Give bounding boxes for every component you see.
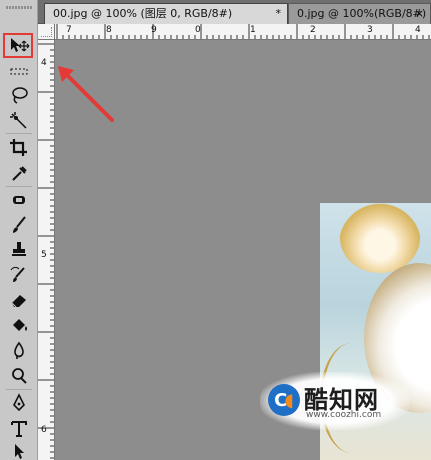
image-flower	[340, 203, 420, 273]
ruler-label: 0	[195, 25, 201, 35]
eraser-tool-icon	[11, 295, 26, 308]
horizontal-ruler[interactable]: 7 8 9 0 1 2 3 4	[55, 24, 431, 40]
blur-tool-button[interactable]	[4, 340, 34, 362]
paint-bucket-tool-button[interactable]	[4, 314, 34, 336]
ruler-label: 9	[151, 25, 157, 35]
quick-selection-tool-icon	[10, 112, 27, 129]
type-tool-icon	[11, 421, 27, 437]
path-selection-tool-button[interactable]	[4, 440, 34, 460]
annotation-arrow	[58, 66, 114, 122]
crop-tool-icon	[10, 139, 27, 156]
pen-tool-icon	[13, 393, 25, 412]
paint-bucket-tool-icon	[13, 319, 27, 331]
pen-tool-button[interactable]	[4, 392, 34, 414]
ruler-label: 6	[41, 425, 47, 435]
close-icon[interactable]: ×	[415, 4, 424, 23]
ruler-label: 5	[41, 250, 47, 260]
spot-healing-tool-button[interactable]	[4, 189, 34, 211]
ruler-label: 2	[310, 25, 316, 35]
watermark: C ◖ 酷知网 www.coozhi.com	[260, 372, 410, 432]
tab-00-jpg[interactable]: 00.jpg @ 100% (图层 0, RGB/8#) *	[44, 3, 288, 24]
crop-tool-button[interactable]	[4, 136, 34, 158]
dodge-tool-button[interactable]	[4, 365, 34, 387]
dodge-tool-icon	[12, 368, 27, 384]
selected-tool-highlight	[3, 33, 33, 58]
ruler-label: 1	[250, 25, 256, 35]
lasso-tool-icon	[12, 87, 28, 104]
ruler-label: 8	[106, 25, 112, 35]
type-tool-button[interactable]	[4, 418, 34, 440]
tab-label: 00.jpg @ 100% (图层 0, RGB/8#)	[53, 7, 233, 20]
marquee-tool-icon	[10, 68, 28, 75]
ruler-origin[interactable]	[38, 24, 55, 40]
brush-tool-button[interactable]	[4, 214, 34, 236]
brush-tool-icon	[13, 216, 26, 233]
ruler-label: 7	[66, 25, 72, 35]
watermark-url: www.coozhi.com	[306, 410, 382, 420]
history-brush-tool-button[interactable]	[4, 264, 34, 286]
path-selection-tool-icon	[15, 444, 24, 459]
eyedropper-tool-button[interactable]	[4, 162, 34, 184]
ruler-label: 4	[415, 25, 421, 35]
spot-healing-tool-icon	[13, 196, 25, 204]
ruler-label: 3	[367, 25, 373, 35]
marquee-tool-button[interactable]	[4, 60, 34, 82]
history-brush-tool-icon	[10, 266, 25, 282]
clone-stamp-tool-icon	[12, 242, 26, 256]
quick-selection-tool-button[interactable]	[4, 109, 34, 131]
clone-stamp-tool-button[interactable]	[4, 239, 34, 261]
eraser-tool-button[interactable]	[4, 289, 34, 311]
ruler-label: 4	[41, 58, 47, 68]
lasso-tool-button[interactable]	[4, 84, 34, 106]
blur-tool-icon	[14, 341, 24, 359]
panel-grip-icon[interactable]	[6, 6, 32, 9]
tools-panel	[0, 0, 38, 460]
tab-label: 0.jpg @ 100%(RGB/8#)	[297, 7, 427, 20]
tab-0-jpg[interactable]: 0.jpg @ 100%(RGB/8#) ×	[288, 3, 431, 24]
document-tab-bar: 00.jpg @ 100% (图层 0, RGB/8#) * 0.jpg @ 1…	[38, 0, 431, 24]
watermark-logo: C ◖	[268, 384, 300, 416]
eyedropper-tool-icon	[12, 166, 27, 181]
unsaved-marker: *	[275, 7, 282, 20]
